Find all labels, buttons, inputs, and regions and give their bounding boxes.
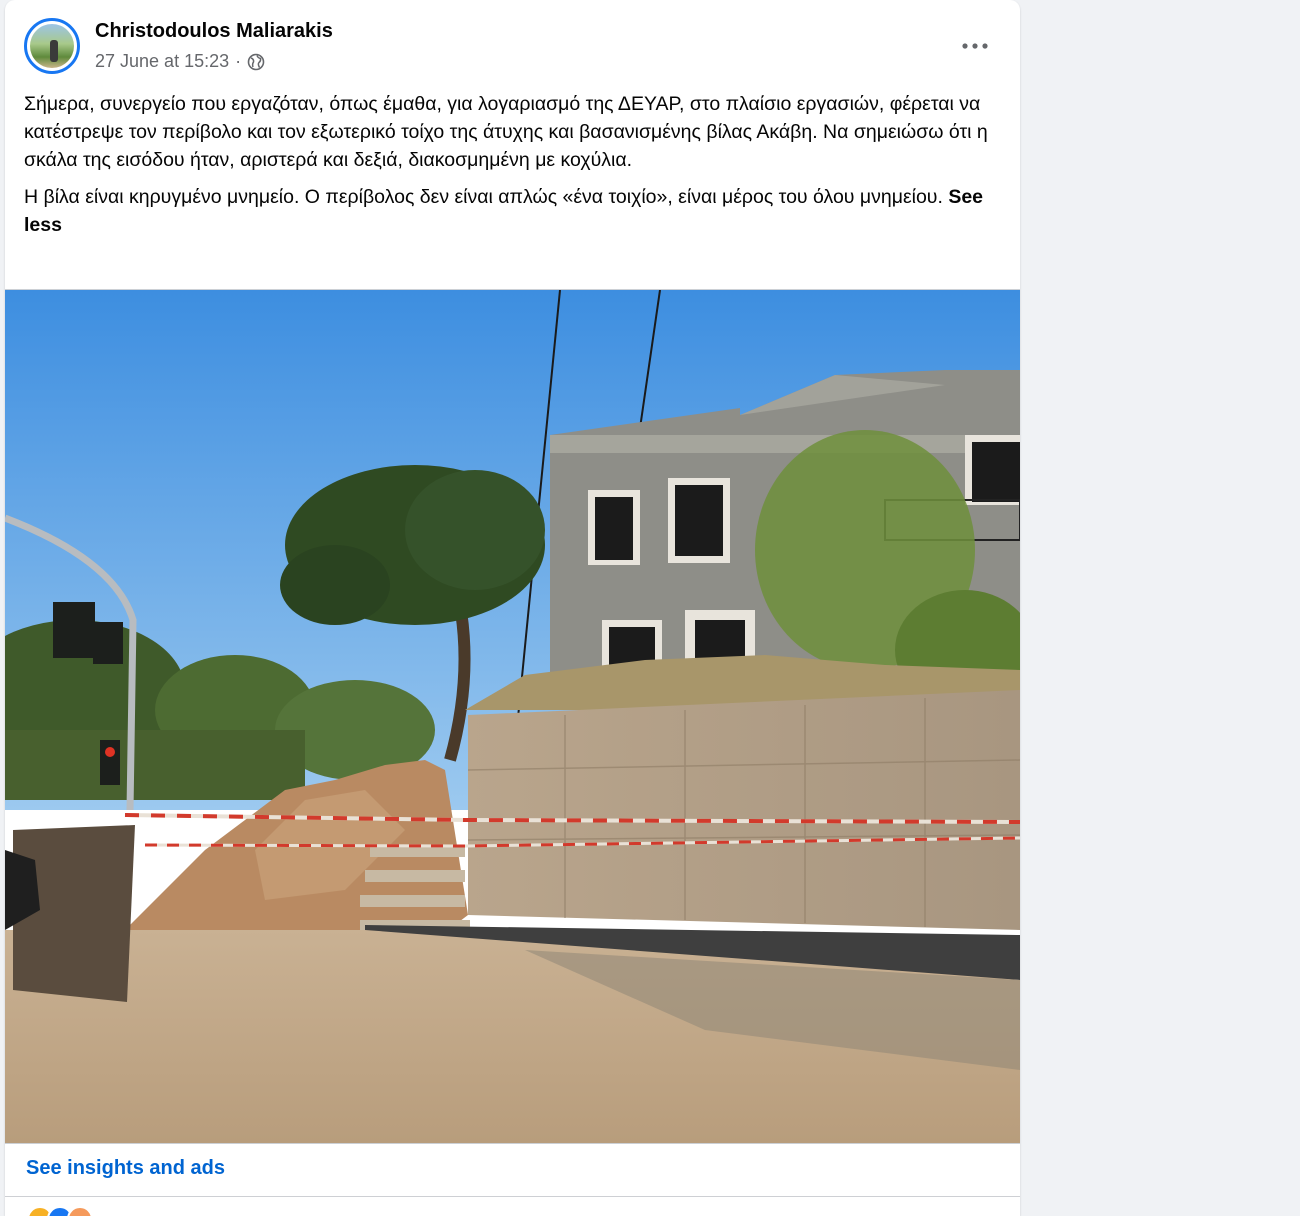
avatar[interactable] (24, 18, 80, 74)
see-insights-link[interactable]: See insights and ads (26, 1157, 225, 1180)
footer-divider (5, 1196, 1020, 1197)
more-options-icon[interactable] (960, 34, 990, 58)
post-paragraph-2: Η βίλα είναι κηρυγμένο μνημείο. Ο περίβο… (24, 183, 1004, 239)
post-paragraph-1: Σήμερα, συνεργείο που εργαζόταν, όπως έμ… (24, 93, 988, 171)
globe-icon[interactable] (247, 53, 265, 71)
meta-separator: · (235, 51, 242, 71)
post-meta: 27 June at 15:23 · (95, 51, 265, 72)
avatar-image (30, 24, 74, 68)
post-paragraph-2-text: Η βίλα είναι κηρυγμένο μνημείο. Ο περίβο… (24, 186, 943, 208)
author-name[interactable]: Christodoulos Maliarakis (95, 20, 333, 43)
post-photo[interactable] (5, 289, 1020, 1144)
post-card: Christodoulos Maliarakis 27 June at 15:2… (5, 0, 1020, 1216)
reaction-icons[interactable] (27, 1206, 93, 1216)
care-reaction-icon (67, 1206, 93, 1216)
post-header: Christodoulos Maliarakis 27 June at 15:2… (5, 0, 1020, 90)
post-timestamp[interactable]: 27 June at 15:23 (95, 51, 229, 72)
post-text: Σήμερα, συνεργείο που εργαζόταν, όπως έμ… (24, 90, 1004, 248)
